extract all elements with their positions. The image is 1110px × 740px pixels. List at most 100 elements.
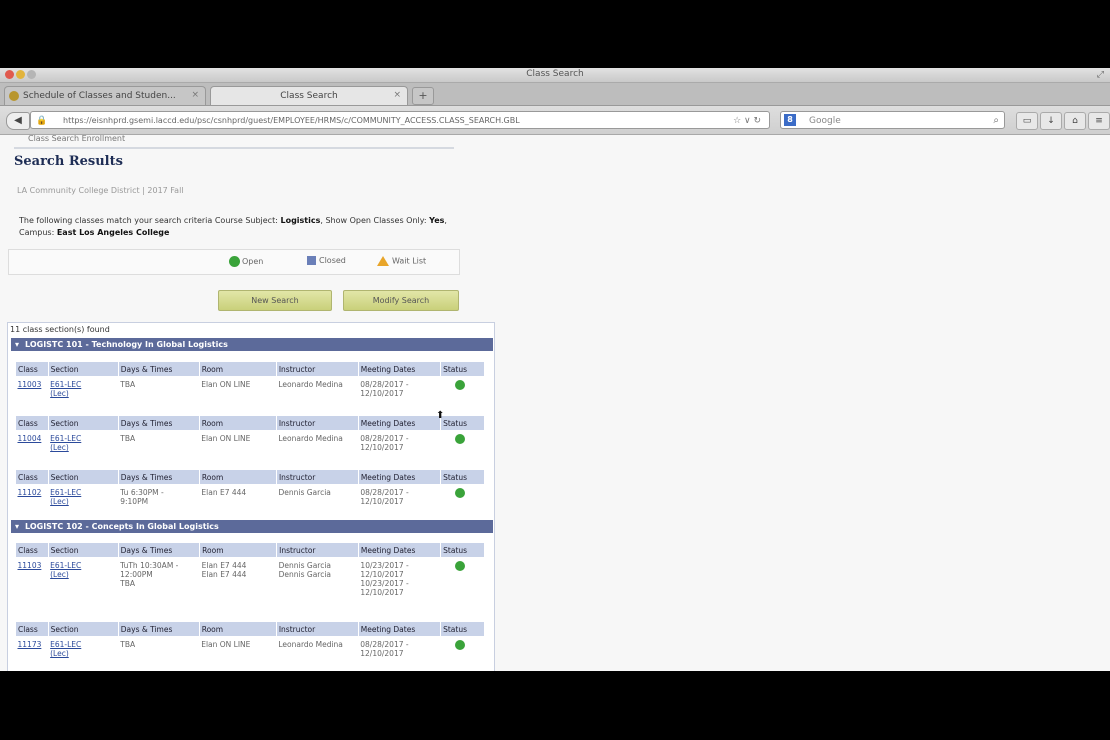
room: Elan E7 444	[201, 488, 247, 497]
header-class: Class	[15, 542, 49, 558]
bookmarks-icon[interactable]: ▭	[1016, 112, 1038, 130]
class-number[interactable]: 11004	[16, 431, 49, 456]
address-bar[interactable]: 🔒 https://eisnhprd.gsemi.laccd.edu/psc/c…	[30, 111, 770, 129]
section-type[interactable]: (Lec)	[50, 443, 69, 452]
days-times: TBA	[120, 640, 136, 649]
class-number[interactable]: 11102	[16, 485, 49, 510]
end-date: 12/10/2017	[360, 389, 404, 398]
class-link[interactable]: 11003	[18, 380, 42, 389]
section-link[interactable]: E61-LEC	[50, 434, 81, 443]
meeting-dates: 08/28/2017 -12/10/2017	[358, 431, 440, 456]
new-search-button[interactable]: New Search	[218, 290, 332, 311]
header-instructor: Instructor	[275, 361, 359, 377]
close-tab-icon[interactable]: ×	[393, 90, 401, 100]
section-table: Class Section Days & Times Room Instructor Me…	[15, 621, 485, 661]
meeting-dates: 10/23/2017 -12/10/2017 10/23/2017 -12/10/…	[358, 558, 440, 601]
section-link[interactable]: E61-LEC	[50, 640, 81, 649]
section-cell: E61-LEC (Lec)	[48, 637, 118, 662]
close-tab-icon[interactable]: ×	[191, 90, 199, 100]
collapse-icon[interactable]: ▾	[15, 522, 19, 531]
start-date: 08/28/2017 -	[360, 640, 409, 649]
section-table: Class Section Days & Times Room Instructor Me…	[15, 542, 485, 600]
open-status-icon	[454, 640, 465, 650]
status-legend: Open Closed Wait List	[8, 249, 460, 275]
legend-waitlist-label: Wait List	[392, 256, 427, 266]
instructor: Leonardo Medina	[278, 434, 343, 443]
legend-closed: Closed	[307, 256, 346, 265]
section-type[interactable]: (Lec)	[50, 649, 69, 658]
class-link[interactable]: 11103	[18, 561, 42, 570]
url-text: https://eisnhprd.gsemi.laccd.edu/psc/csn…	[63, 116, 520, 125]
meeting-dates: 08/28/2017 -12/10/2017	[358, 485, 440, 510]
college-term: LA Community College District | 2017 Fal…	[17, 186, 184, 195]
section-cell: E61-LEC (Lec)	[48, 377, 118, 402]
open-status-icon	[454, 488, 465, 498]
menu-icon[interactable]: ≡	[1088, 112, 1110, 130]
open-status-icon	[229, 256, 240, 267]
section-link[interactable]: E61-LEC	[50, 488, 81, 497]
criteria-subject: Logistics	[280, 216, 321, 225]
status-cell	[441, 431, 485, 456]
page-content: Class Search Enrollment Search Results L…	[0, 135, 1110, 671]
tab-schedule-of-classes[interactable]: Schedule of Classes and Studen... ×	[4, 86, 206, 105]
class-link[interactable]: 11004	[18, 434, 42, 443]
end-date: 12/10/2017	[360, 570, 404, 579]
section-header-row: Class Section Days & Times Room Instructor Me…	[15, 621, 485, 637]
tab-class-search[interactable]: Class Search ×	[210, 86, 408, 105]
class-number[interactable]: 11103	[16, 558, 49, 601]
header-days-times: Days & Times	[117, 415, 200, 431]
header-days-times: Days & Times	[117, 361, 200, 377]
section-link[interactable]: E61-LEC	[50, 561, 81, 570]
open-status-icon	[454, 434, 465, 444]
open-status-icon	[454, 561, 465, 571]
start-date: 10/23/2017 -	[360, 561, 409, 570]
days-line: Tu 6:30PM -	[120, 488, 164, 497]
course-header[interactable]: ▾ LOGISTC 102 - Concepts In Global Logist…	[11, 520, 493, 533]
back-button[interactable]: ◀	[6, 112, 30, 130]
end-date-2: 12/10/2017	[360, 588, 404, 597]
header-room: Room	[198, 621, 277, 637]
legend-waitlist: Wait List	[377, 256, 426, 266]
days-times: Tu 6:30PM -9:10PM	[118, 485, 199, 510]
reload-icon[interactable]: ☆ ∨ ↻	[733, 112, 761, 128]
instructor: Leonardo Medina	[278, 640, 343, 649]
header-instructor: Instructor	[275, 621, 359, 637]
start-date: 08/28/2017 -	[360, 380, 409, 389]
class-link[interactable]: 11102	[18, 488, 42, 497]
table-row: 11004 E61-LEC (Lec) TBA Elan ON LINE Leon…	[16, 431, 485, 456]
search-engine-icon[interactable]: 8	[784, 114, 796, 126]
header-status: Status	[440, 542, 485, 558]
class-link[interactable]: 11173	[18, 640, 42, 649]
course-header[interactable]: ▾ LOGISTC 101 - Technology In Global Logi…	[11, 338, 493, 351]
modify-search-button[interactable]: Modify Search	[343, 290, 459, 311]
header-meeting-dates: Meeting Dates	[357, 621, 442, 637]
section-type[interactable]: (Lec)	[50, 497, 69, 506]
section-type[interactable]: (Lec)	[50, 389, 69, 398]
criteria-open-label: , Show Open Classes Only:	[320, 216, 427, 225]
new-tab-button[interactable]: +	[412, 87, 434, 105]
header-instructor: Instructor	[275, 415, 359, 431]
section-header-row: Class Section Days & Times Room Instructor Me…	[15, 415, 485, 431]
section-link[interactable]: E61-LEC	[50, 380, 81, 389]
instructor-line: Dennis Garcia	[278, 561, 332, 570]
lock-icon: 🔒	[36, 116, 48, 126]
header-section: Section	[47, 542, 119, 558]
waitlist-status-icon	[377, 256, 389, 266]
header-class: Class	[15, 469, 49, 485]
home-icon[interactable]: ⌂	[1064, 112, 1086, 130]
fullscreen-icon[interactable]: ⤢	[1097, 70, 1104, 80]
search-input[interactable]: 8 Google ⌕	[780, 111, 1005, 129]
section-type[interactable]: (Lec)	[50, 570, 69, 579]
browser-window: Class Search ⤢ Schedule of Classes and S…	[0, 68, 1110, 671]
section-table: Class Section Days & Times Room Instructor Me…	[15, 469, 485, 509]
criteria-campus: East Los Angeles College	[56, 228, 170, 237]
header-days-times: Days & Times	[117, 542, 201, 558]
search-icon[interactable]: ⌕	[993, 112, 999, 130]
header-meeting-dates: Meeting Dates	[357, 469, 442, 485]
class-number[interactable]: 11173	[16, 637, 49, 662]
collapse-icon[interactable]: ▾	[15, 340, 19, 349]
downloads-icon[interactable]: ↓	[1040, 112, 1062, 130]
section-header-row: Class Section Days & Times Room Instructor Me…	[15, 469, 485, 485]
class-number[interactable]: 11003	[16, 377, 49, 402]
mouse-cursor-icon: ⬆	[436, 410, 445, 421]
